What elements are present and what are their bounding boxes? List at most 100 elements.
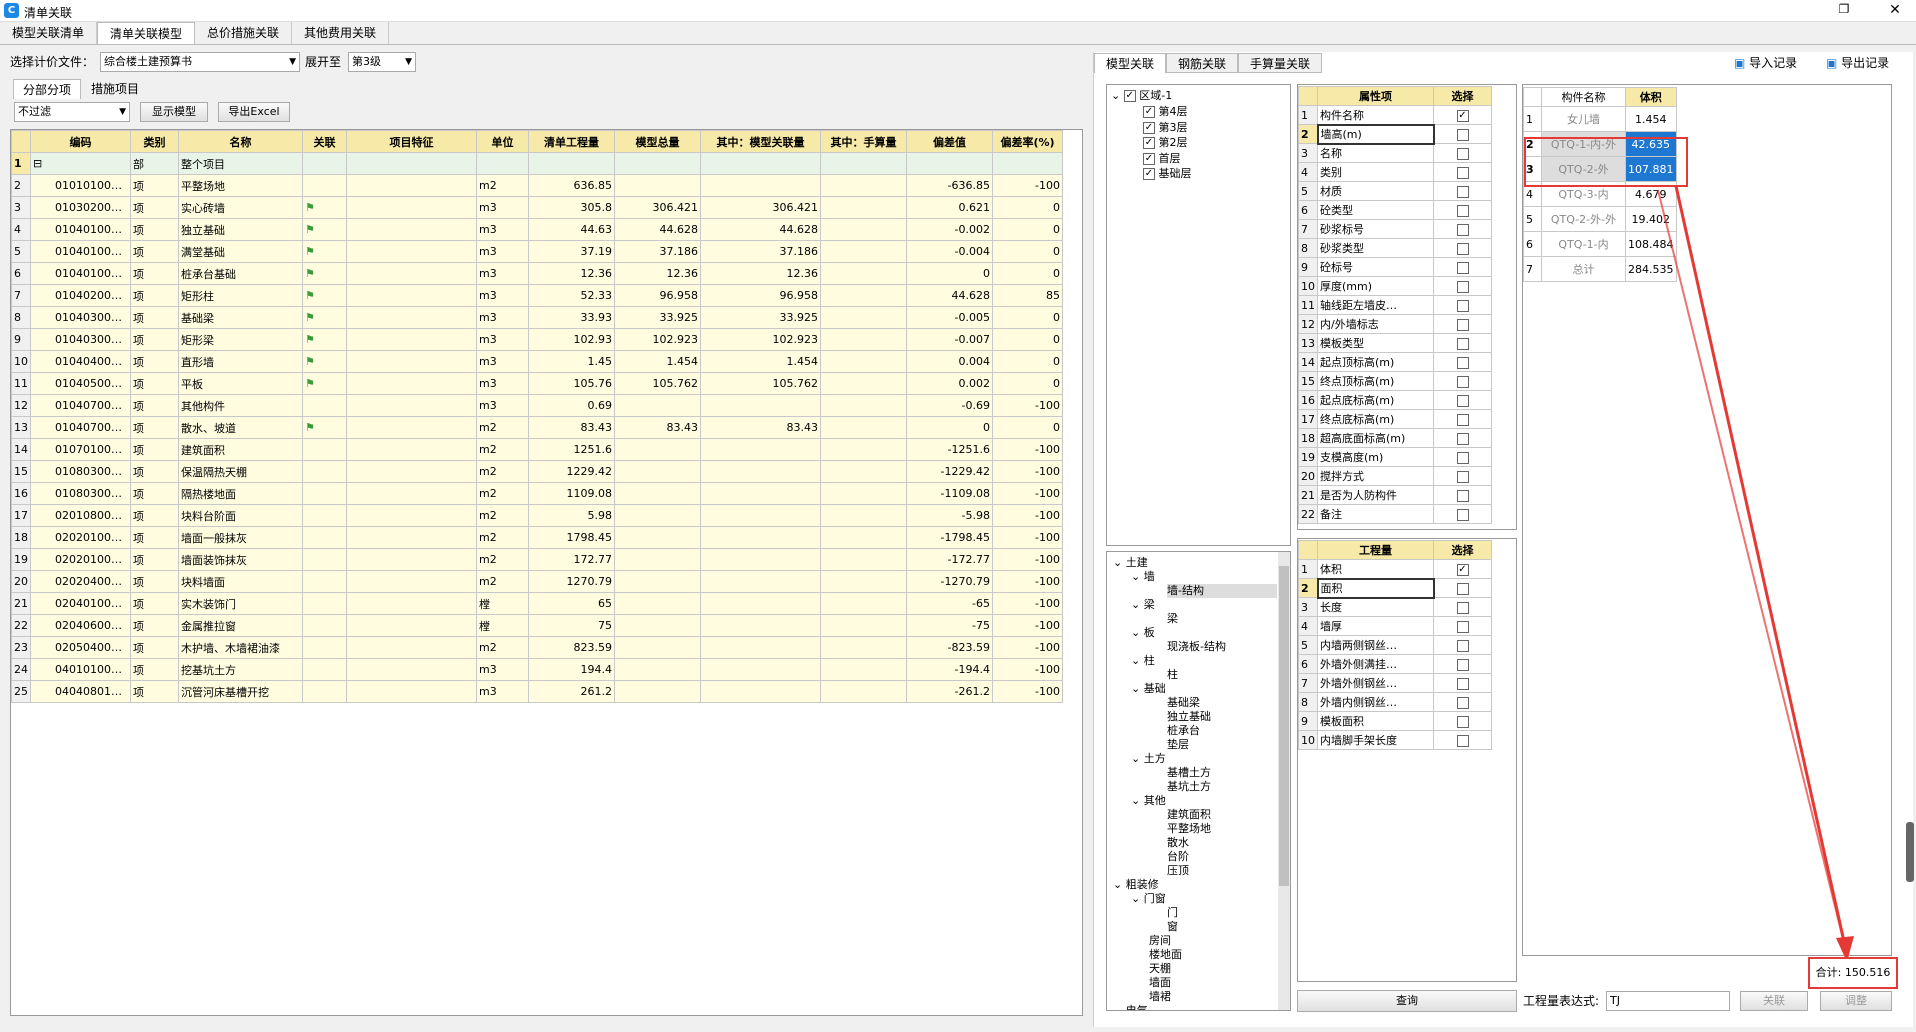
checkbox[interactable] <box>1456 582 1469 595</box>
table-row[interactable]: 13 01040700… 项散水、坡道 ⚑ m2 83.43 83.43 83.43 0 0 <box>11 416 1063 439</box>
type-tree-item[interactable]: 梁 <box>1167 612 1178 626</box>
col-header-unit[interactable]: 单位 <box>476 130 529 153</box>
select-cell[interactable] <box>1433 295 1492 315</box>
select-cell[interactable] <box>1433 597 1492 617</box>
checkbox[interactable] <box>1456 734 1469 747</box>
checkbox[interactable] <box>1143 106 1155 118</box>
type-tree-item[interactable]: 台阶 <box>1167 850 1189 864</box>
filter-select[interactable]: 不过滤 ▼ <box>14 102 130 122</box>
adjust-button[interactable]: 调整 <box>1820 991 1892 1011</box>
table-row[interactable]: 10 厚度(mm) <box>1298 276 1492 296</box>
col-header-bill-qty[interactable]: 清单工程量 <box>528 130 615 153</box>
table-row[interactable]: 7 外墙外侧钢丝… <box>1298 673 1492 693</box>
checkbox[interactable] <box>1456 489 1469 502</box>
tab-rebar-link[interactable]: 钢筋关联 <box>1166 53 1238 73</box>
select-cell[interactable] <box>1433 466 1492 486</box>
type-tree-item[interactable]: 窗 <box>1167 920 1178 934</box>
type-tree-item[interactable]: 基础梁 <box>1167 696 1200 710</box>
select-cell[interactable] <box>1433 635 1492 655</box>
col-header-deviation-rate[interactable]: 偏差率(%) <box>992 130 1063 153</box>
type-tree-item[interactable]: 平整场地 <box>1167 822 1211 836</box>
table-row[interactable]: 15 01080300… 项保温隔热天棚 m2 1229.42 -1229.42 -100 <box>11 460 1063 483</box>
type-tree-item[interactable]: ⌄ 基础 <box>1131 682 1166 696</box>
checkbox[interactable] <box>1456 280 1469 293</box>
type-tree-item[interactable]: ⌄ 板 <box>1131 626 1155 640</box>
window-scroll-thumb[interactable] <box>1906 822 1914 882</box>
checkbox[interactable] <box>1456 658 1469 671</box>
select-cell[interactable] <box>1433 276 1492 296</box>
select-cell[interactable] <box>1433 654 1492 674</box>
type-tree-item[interactable]: 房间 <box>1149 934 1171 948</box>
tab-lump-sum-measures[interactable]: 总价措施关联 <box>195 22 292 44</box>
table-row[interactable]: 1 构件名称 <box>1298 105 1492 125</box>
table-row[interactable]: 18 超高底面标高(m) <box>1298 428 1492 448</box>
table-row[interactable]: 4 类别 <box>1298 162 1492 182</box>
select-cell[interactable] <box>1433 124 1492 144</box>
table-row[interactable]: 7 01040200… 项矩形柱 ⚑ m3 52.33 96.958 96.958 44.628… <box>11 284 1063 307</box>
restore-button[interactable]: ❐ <box>1834 2 1854 20</box>
checkbox[interactable] <box>1456 715 1469 728</box>
checkbox[interactable] <box>1456 147 1469 160</box>
floor-tree-root[interactable]: ⌄ 区域-1 <box>1111 89 1172 103</box>
floor-item[interactable]: 基础层 <box>1143 167 1192 181</box>
table-row[interactable]: 20 搅拌方式 <box>1298 466 1492 486</box>
table-row[interactable]: 9 模板面积 <box>1298 711 1492 731</box>
type-tree-item[interactable]: 门 <box>1167 906 1178 920</box>
checkbox[interactable] <box>1456 185 1469 198</box>
select-cell[interactable] <box>1433 333 1492 353</box>
table-row[interactable]: 19 支模高度(m) <box>1298 447 1492 467</box>
tab-model-to-list[interactable]: 模型关联清单 <box>0 22 97 44</box>
checkbox[interactable] <box>1143 121 1155 134</box>
type-tree-item[interactable]: 建筑面积 <box>1167 808 1211 822</box>
checkbox[interactable] <box>1456 696 1469 709</box>
table-row[interactable]: 1 女儿墙 1.454 <box>1523 106 1677 132</box>
checkbox[interactable] <box>1456 242 1469 255</box>
type-tree-item[interactable]: 桩承台 <box>1167 724 1200 738</box>
select-cell[interactable] <box>1433 371 1492 391</box>
type-tree-item[interactable]: 现浇板-结构 <box>1167 640 1226 654</box>
col-header-category[interactable]: 类别 <box>130 130 179 153</box>
table-row[interactable]: 21 是否为人防构件 <box>1298 485 1492 505</box>
checkbox[interactable] <box>1143 152 1155 165</box>
col-header-deviation[interactable]: 偏差值 <box>906 130 993 153</box>
select-cell[interactable] <box>1433 692 1492 712</box>
select-cell[interactable] <box>1433 730 1492 750</box>
checkbox[interactable] <box>1456 432 1469 445</box>
type-tree-item[interactable]: ⌄ 梁 <box>1131 598 1155 612</box>
checkbox[interactable] <box>1456 356 1469 369</box>
type-tree-item[interactable]: ⌄ 土方 <box>1131 752 1166 766</box>
type-tree-item[interactable]: 柱 <box>1167 668 1178 682</box>
table-row[interactable]: 5 01040100… 项满堂基础 ⚑ m3 37.19 37.186 37.186 -0.00… <box>11 240 1063 263</box>
select-cell[interactable] <box>1433 578 1492 598</box>
checkbox[interactable] <box>1456 375 1469 388</box>
tab-measure-items[interactable]: 措施项目 <box>81 79 149 99</box>
select-cell[interactable] <box>1433 711 1492 731</box>
table-row[interactable]: 10 内墙脚手架长度 <box>1298 730 1492 750</box>
table-row[interactable]: 1 ⊟ 部整个项目 <box>11 152 1063 175</box>
table-row[interactable]: 21 02040100… 项实木装饰门 樘 65 -65 -100 <box>11 592 1063 615</box>
checkbox[interactable] <box>1456 508 1469 521</box>
type-tree-item[interactable]: 基槽土方 <box>1167 766 1211 780</box>
checkbox[interactable] <box>1456 639 1469 652</box>
checkbox[interactable] <box>1456 413 1469 426</box>
table-row[interactable]: 8 01040300… 项基础梁 ⚑ m3 33.93 33.925 33.925 -0.005… <box>11 306 1063 329</box>
table-row[interactable]: 6 01040100… 项桩承台基础 ⚑ m3 12.36 12.36 12.36 0 0 <box>11 262 1063 285</box>
table-row[interactable]: 2 01010100… 项平整场地 m2 636.85 -636.85 -100 <box>11 174 1063 197</box>
tab-manual-link[interactable]: 手算量关联 <box>1238 53 1322 73</box>
type-tree-item[interactable]: ⌄ 土建 <box>1113 556 1148 570</box>
table-row[interactable]: 9 01040300… 项矩形梁 ⚑ m3 102.93 102.923 102.923 -0.… <box>11 328 1063 351</box>
table-row[interactable]: 14 01070100… 项建筑面积 m2 1251.6 -1251.6 -100 <box>11 438 1063 461</box>
query-button[interactable]: 查询 <box>1297 990 1517 1012</box>
type-tree-item[interactable]: ⌄ 其他 <box>1131 794 1166 808</box>
select-cell[interactable] <box>1433 200 1492 220</box>
select-cell[interactable] <box>1433 162 1492 182</box>
col-header-link[interactable]: 关联 <box>302 130 347 153</box>
select-cell[interactable] <box>1433 181 1492 201</box>
type-tree-item[interactable]: 散水 <box>1167 836 1189 850</box>
select-cell[interactable] <box>1433 616 1492 636</box>
select-cell[interactable] <box>1433 314 1492 334</box>
select-cell[interactable] <box>1433 447 1492 467</box>
col-header-manual-qty[interactable]: 其中：手算量 <box>820 130 907 153</box>
checkbox[interactable] <box>1456 261 1469 274</box>
export-records-button[interactable]: ▣ 导出记录 <box>1826 54 1889 71</box>
